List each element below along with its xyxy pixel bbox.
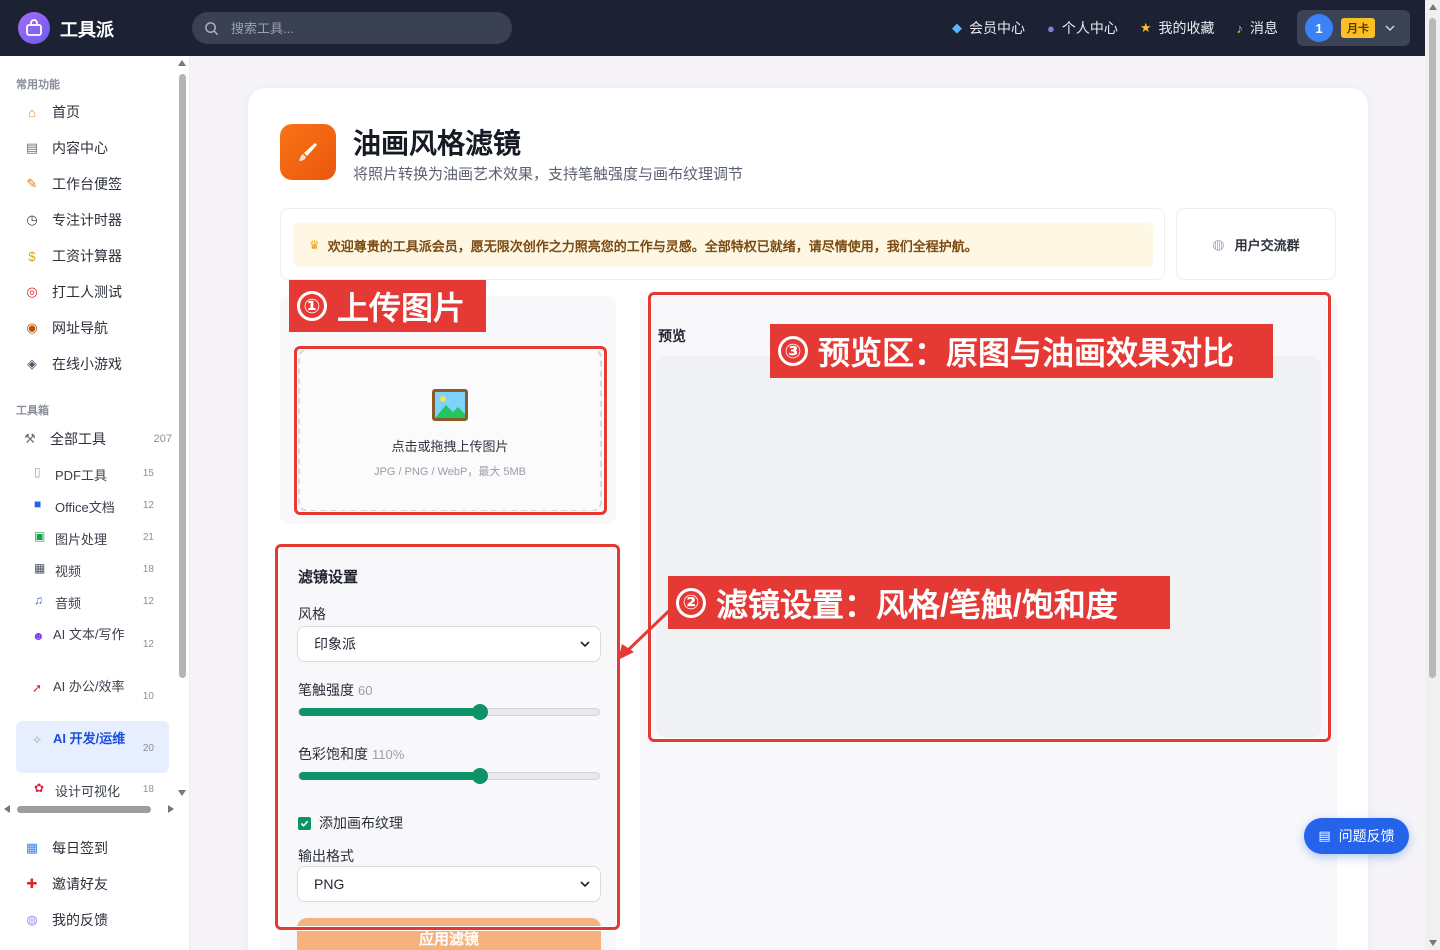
scroll-up-arrow[interactable]	[178, 60, 186, 66]
user-icon: ●	[1046, 20, 1055, 36]
sidebar-tool-ai-dev[interactable]: ✧ AI 开发/运维 20	[32, 729, 158, 754]
annotation-arrow	[618, 606, 674, 660]
office-icon: ■	[34, 497, 42, 511]
logo-icon[interactable]	[18, 12, 50, 44]
wrench-icon: ✧	[32, 733, 43, 747]
top-bar: 工具派 ◆会员中心 ●个人中心 ★我的收藏 ♪消息 1 月卡	[0, 0, 1440, 56]
gift-icon: ✚	[26, 876, 38, 891]
sidebar-item-url-nav[interactable]: ◉ 网址导航	[24, 316, 108, 340]
search-icon	[205, 21, 219, 35]
sidebar-horizontal-scrollbar[interactable]	[4, 804, 174, 814]
speech-bubble-icon: ◍	[26, 912, 38, 927]
diamond-icon: ◆	[951, 20, 962, 35]
member-badge: 月卡	[1341, 18, 1375, 38]
scroll-up-arrow[interactable]	[1429, 4, 1437, 10]
sidebar-item-invite[interactable]: ✚ 邀请好友	[24, 872, 108, 896]
page-scroll-thumb[interactable]	[1429, 18, 1436, 678]
sidebar-tool-ai-office[interactable]: ➚ AI 办公/效率 10	[32, 677, 158, 702]
search-input[interactable]	[231, 20, 491, 36]
sidebar-scroll-thumb[interactable]	[179, 74, 186, 678]
calendar-icon: ▦	[25, 840, 39, 855]
page-title: 油画风格滤镜	[353, 128, 522, 159]
annotation-label-upload: ① 上传图片	[289, 280, 486, 332]
gamepad-icon: ◈	[27, 356, 37, 371]
notice-card: ♛ 欢迎尊贵的工具派会员，愿无限次创作之力照亮您的工作与灵感。全部特权已就绪，请尽…	[280, 208, 1165, 280]
scroll-down-arrow[interactable]	[178, 790, 186, 796]
stopwatch-icon: ◷	[26, 212, 38, 227]
user-group-button[interactable]: ◍ 用户交流群	[1176, 208, 1336, 280]
chat-bubble-icon: ◍	[1212, 235, 1225, 252]
nav-member-center[interactable]: ◆ 会员中心	[952, 18, 1025, 38]
music-note-icon: ♫	[34, 593, 43, 607]
user-menu[interactable]: 1 月卡	[1297, 10, 1410, 46]
sidebar-hscroll-thumb[interactable]	[17, 806, 151, 813]
scroll-left-arrow[interactable]	[4, 805, 10, 813]
member-notice: ♛ 欢迎尊贵的工具派会员，愿无限次创作之力照亮您的工作与灵感。全部特权已就绪，请尽…	[293, 223, 1153, 267]
robot-icon: ☻	[32, 629, 45, 643]
sidebar-tool-video[interactable]: ▦ 视频 18	[34, 561, 158, 580]
brand-name[interactable]: 工具派	[60, 16, 114, 42]
sidebar-tool-pdf[interactable]: ▯ PDF工具 15	[34, 465, 158, 484]
annotation-box-settings	[275, 544, 620, 930]
sidebar-item-home[interactable]: ⌂ 首页	[24, 100, 80, 124]
sidebar-tool-design[interactable]: ✿ 设计可视化 18	[34, 781, 158, 800]
sidebar-item-checkin[interactable]: ▦ 每日签到	[24, 836, 108, 860]
crown-icon: ♛	[309, 238, 320, 252]
memo-icon: ✎	[26, 176, 38, 191]
sidebar-item-games[interactable]: ◈ 在线小游戏	[24, 352, 122, 376]
bell-icon: ♪	[1236, 20, 1244, 36]
star-icon: ★	[1139, 20, 1152, 35]
clapper-icon: ▦	[34, 561, 46, 575]
annotation-label-settings: ② 滤镜设置：风格/笔触/饱和度	[668, 576, 1170, 629]
sidebar-item-timer[interactable]: ◷ 专注计时器	[24, 208, 122, 232]
money-bag-icon: $	[28, 248, 36, 264]
nav-favorites[interactable]: ★ 我的收藏	[1140, 18, 1215, 38]
search-bar[interactable]	[192, 12, 512, 44]
sidebar: 常用功能 ⌂ 首页 ▤ 内容中心 ✎ 工作台便签 ◷ 专注计时器 $ 工资计算器 ◎ 打工人…	[0, 56, 190, 950]
sidebar-group-common: 常用功能	[16, 79, 60, 91]
tools-icon: ⚒	[24, 431, 36, 446]
sidebar-tool-audio[interactable]: ♫ 音频 12	[34, 593, 158, 612]
picture-icon: ▣	[34, 529, 46, 543]
avatar: 1	[1305, 14, 1333, 42]
chevron-down-icon	[1385, 25, 1395, 32]
feedback-icon: ▤	[1318, 828, 1331, 843]
sidebar-item-my-feedback[interactable]: ◍ 我的反馈	[24, 908, 108, 932]
paintbrush-icon	[280, 124, 336, 180]
sidebar-item-notes[interactable]: ✎ 工作台便签	[24, 172, 122, 196]
document-icon: ▤	[25, 140, 39, 155]
home-icon: ⌂	[28, 104, 36, 120]
compass-icon: ◉	[26, 320, 38, 335]
rocket-icon: ➚	[32, 681, 43, 695]
target-icon: ◎	[26, 284, 38, 299]
sidebar-group-tools: 工具箱	[16, 405, 49, 417]
sidebar-item-worker-test[interactable]: ◎ 打工人测试	[24, 280, 122, 304]
pdf-icon: ▯	[34, 465, 41, 479]
sidebar-item-all-tools[interactable]: ⚒ 全部工具 207	[22, 427, 172, 451]
sidebar-tool-office[interactable]: ■ Office文档 12	[34, 497, 158, 516]
scroll-right-arrow[interactable]	[168, 805, 174, 813]
feedback-button[interactable]: ▤ 问题反馈	[1304, 818, 1409, 854]
sidebar-tool-ai-text[interactable]: ☻ AI 文本/写作 12	[32, 625, 158, 650]
palette-icon: ✿	[34, 781, 45, 795]
annotation-label-preview: ③ 预览区：原图与油画效果对比	[770, 324, 1273, 378]
sidebar-scrollbar[interactable]	[178, 60, 187, 800]
sidebar-tool-image[interactable]: ▣ 图片处理 21	[34, 529, 158, 548]
page-subtitle: 将照片转换为油画艺术效果，支持笔触强度与画布纹理调节	[353, 166, 744, 183]
page-scrollbar[interactable]	[1425, 0, 1440, 950]
sidebar-item-content[interactable]: ▤ 内容中心	[24, 136, 108, 160]
annotation-box-upload	[294, 346, 607, 515]
nav-profile[interactable]: ● 个人中心	[1047, 18, 1118, 38]
scroll-down-arrow[interactable]	[1429, 940, 1437, 946]
nav-messages[interactable]: ♪ 消息	[1237, 18, 1279, 38]
sidebar-item-salary[interactable]: $ 工资计算器	[24, 244, 122, 268]
